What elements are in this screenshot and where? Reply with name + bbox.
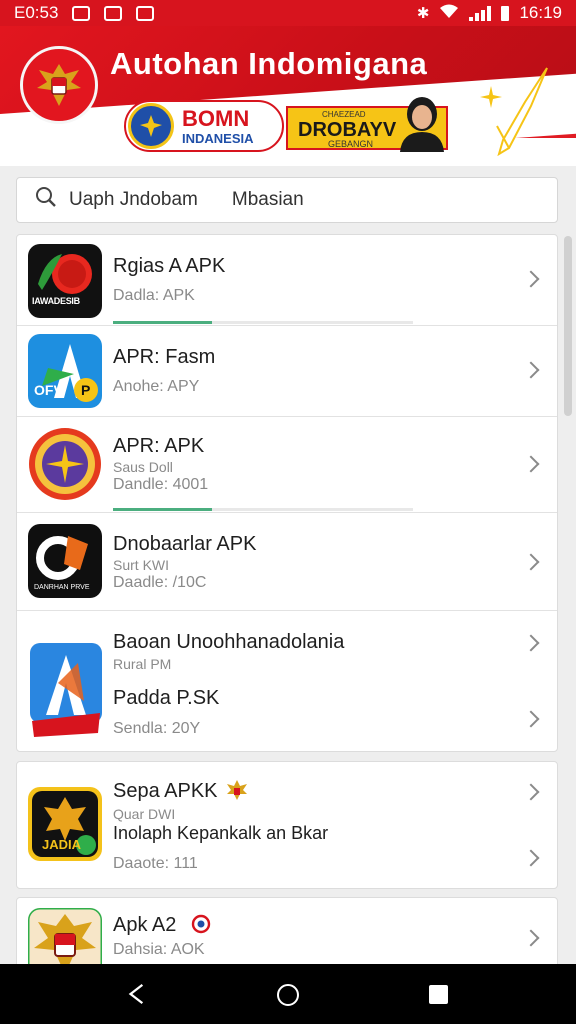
scrollbar[interactable]: [564, 236, 572, 416]
promo-subtitle: GEBANGN: [328, 139, 374, 149]
bumn-badge[interactable]: BOMN INDANESIA: [124, 100, 284, 152]
chevron-right-icon: [522, 455, 540, 473]
status-time-left: E0:53: [14, 3, 59, 22]
badge-icon: [191, 914, 211, 934]
app-icon: P OFV: [28, 334, 102, 408]
signal-icon: [469, 5, 492, 21]
home-icon[interactable]: [277, 984, 299, 1006]
app-name-secondary: Inolaph Kepankalk an Bkar: [113, 823, 329, 843]
svg-text:P: P: [81, 382, 90, 398]
status-time-right: 16:19: [519, 3, 562, 22]
app-meta: Quar DWI: [113, 806, 176, 822]
app-subtitle: Dahsia: AOK: [113, 941, 205, 958]
list-item[interactable]: IAWADESIB Rgias A APK Dadla: APK: [17, 235, 557, 326]
app-name: APR: APK: [113, 435, 205, 457]
app-meta: Surt KWI: [113, 557, 170, 573]
search-location[interactable]: Mbasian: [232, 189, 304, 211]
app-icon: [28, 643, 104, 739]
app-icon: JADIA: [28, 787, 102, 861]
app-list-card: JADIA Sepa APKK Quar DWI Inolaph Kepanka…: [16, 761, 558, 889]
promo-small-text: CHAEZEAD: [322, 110, 366, 119]
app-subtitle: Dadla: APK: [113, 287, 195, 304]
search-icon: [35, 186, 57, 214]
download-progress: [113, 321, 413, 324]
app-icon-label: JADIA: [42, 837, 82, 852]
battery-icon: [501, 5, 510, 21]
app-subtitle: Sendla: 20Y: [113, 720, 201, 737]
recent-apps-icon[interactable]: [429, 985, 448, 1004]
list-item[interactable]: APR: APK Saus Doll Dandle: 4001: [17, 417, 557, 513]
mail-icon: [72, 5, 91, 21]
list-item[interactable]: Baoan Unoohhanadolania Rural PM Padda P.…: [17, 611, 557, 753]
app-name: Sepa APKK: [113, 780, 218, 802]
app-icon-label: IAWADESIB: [32, 296, 80, 306]
app-name: Dnobaarlar APK: [113, 533, 257, 555]
garuda-emblem-icon: [20, 46, 98, 124]
app-subtitle: Anohe: APY: [113, 378, 200, 395]
app-name-secondary: Padda P.SK: [113, 687, 220, 709]
app-subtitle: Dandle: 4001: [113, 476, 209, 493]
gallery-icon: [104, 5, 123, 21]
rocket-icon: [496, 67, 548, 156]
app-meta: Rural PM: [113, 656, 172, 672]
app-icon-label: DANRHAN PRVE: [34, 584, 90, 591]
chevron-right-icon: [522, 929, 540, 947]
chevron-right-icon: [522, 634, 540, 652]
app-name: Rgias A APK: [113, 255, 226, 277]
list-item[interactable]: DANRHAN PRVE Dnobaarlar APK Surt KWI Daa…: [17, 513, 557, 611]
wifi-icon: [439, 3, 459, 23]
bumn-subtitle: INDANESIA: [182, 130, 254, 146]
list-item[interactable]: P OFV APR: Fasm Anohe: APY: [17, 326, 557, 417]
garuda-emblem-icon: [227, 780, 247, 800]
app-list-card: IAWADESIB Rgias A APK Dadla: APK P OFV A…: [16, 234, 558, 752]
search-query[interactable]: Uaph Jndobam: [69, 189, 198, 211]
app-subtitle: Daaote: 111: [113, 855, 198, 872]
bluetooth-icon: ✱: [416, 5, 430, 22]
app-icon: DANRHAN PRVE: [28, 524, 102, 598]
list-item[interactable]: JADIA Sepa APKK Quar DWI Inolaph Kepanka…: [17, 762, 557, 888]
app-meta: Saus Doll: [113, 459, 173, 475]
app-subtitle: Daadle: /10C: [113, 574, 207, 591]
chevron-right-icon: [522, 553, 540, 571]
app-name: Apk A2: [113, 914, 177, 936]
chevron-right-icon: [522, 710, 540, 728]
app-icon-label: OFV: [34, 382, 63, 398]
app-header: Autohan Indomigana BOMN INDANESIA CHAEZE…: [0, 26, 576, 166]
status-bar: E0:53 ✱ 16:19: [0, 0, 576, 26]
bumn-title: BOMN: [182, 105, 250, 131]
download-progress: [113, 508, 413, 511]
chevron-right-icon: [522, 783, 540, 801]
promo-banner[interactable]: CHAEZEAD DROBAYV GEBANGN: [286, 97, 448, 152]
app-name: Baoan Unoohhanadolania: [113, 631, 345, 653]
chevron-right-icon: [522, 361, 540, 379]
search-bar[interactable]: Uaph Jndobam Mbasian: [16, 177, 558, 223]
app-name: APR: Fasm: [113, 346, 216, 368]
back-icon[interactable]: [126, 984, 146, 1004]
promo-person-image: [388, 94, 448, 152]
notification-icon: [136, 5, 155, 21]
navigation-bar: [0, 964, 576, 1024]
bumn-logo-icon: [128, 103, 174, 149]
app-icon: [28, 427, 102, 501]
chevron-right-icon: [522, 849, 540, 867]
chevron-right-icon: [522, 270, 540, 288]
app-title: Autohan Indomigana: [110, 46, 428, 81]
app-icon: IAWADESIB: [28, 244, 102, 318]
